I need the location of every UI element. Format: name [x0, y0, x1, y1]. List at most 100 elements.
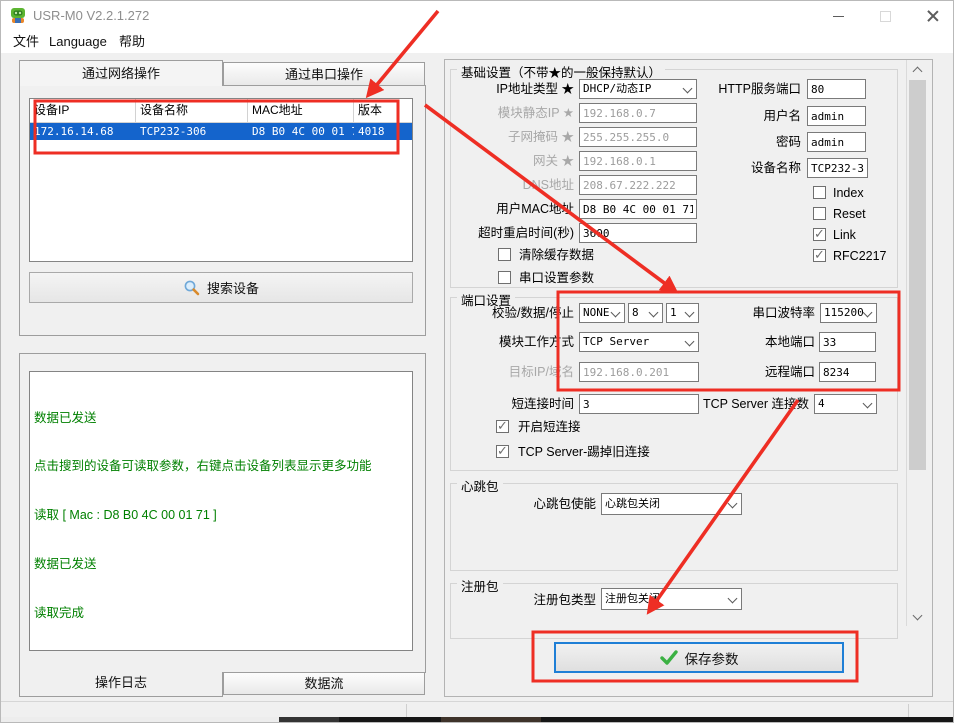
- column-header-device-ip[interactable]: 设备IP: [30, 99, 136, 122]
- device-version-cell: 4018: [354, 123, 412, 140]
- column-header-mac[interactable]: MAC地址: [248, 99, 354, 122]
- column-header-device-name[interactable]: 设备名称: [136, 99, 248, 122]
- log-listbox[interactable]: 数据已发送 点击搜到的设备可读取参数，右键点击设备列表显示更多功能 读取 [ M…: [29, 371, 413, 651]
- work-mode-select[interactable]: TCP Server: [579, 332, 699, 352]
- title-bar: USR-M0 V2.2.1.272: [1, 1, 953, 31]
- log-lines: 数据已发送 点击搜到的设备可读取参数，右键点击设备列表显示更多功能 读取 [ M…: [34, 377, 410, 651]
- tcp-connections-label: TCP Server 连接数: [691, 394, 809, 414]
- dns-label: DNS地址: [451, 175, 574, 195]
- baud-rate-select[interactable]: 115200: [820, 303, 877, 323]
- close-button[interactable]: [910, 1, 954, 31]
- log-line: 读取 [ Mac : D8 B0 4C 00 01 71 ]: [34, 507, 410, 523]
- check-icon: [660, 650, 678, 666]
- tab-data-stream[interactable]: 数据流: [223, 672, 425, 695]
- device-list[interactable]: 设备IP 设备名称 MAC地址 版本 172.16.14.68 TCP232-3…: [29, 98, 413, 262]
- tcp-connections-select[interactable]: 4: [814, 394, 877, 414]
- rfc2217-label: RFC2217: [833, 248, 887, 264]
- window-title: USR-M0 V2.2.1.272: [33, 8, 149, 23]
- rfc2217-checkbox[interactable]: [813, 249, 826, 262]
- chevron-down-icon: [913, 610, 923, 620]
- gateway-field[interactable]: [579, 151, 697, 171]
- password-field[interactable]: [807, 132, 866, 152]
- register-type-label: 注册包类型: [471, 590, 596, 610]
- gateway-label: 网关 ★: [451, 151, 574, 171]
- remote-port-field[interactable]: [819, 362, 876, 382]
- user-mac-label: 用户MAC地址: [451, 199, 574, 219]
- subnet-mask-field[interactable]: [579, 127, 697, 147]
- background-window-edge: [279, 717, 954, 723]
- ip-type-value: DHCP/动态IP: [580, 80, 696, 98]
- short-conn-time-field[interactable]: [579, 394, 699, 414]
- kick-old-checkbox[interactable]: [496, 445, 509, 458]
- baud-rate-label: 串口波特率: [701, 303, 815, 323]
- scroll-up-button[interactable]: [909, 61, 926, 78]
- ip-type-select[interactable]: DHCP/动态IP: [579, 79, 697, 99]
- menu-help[interactable]: 帮助: [113, 31, 151, 53]
- status-divider: [406, 704, 407, 717]
- password-label: 密码: [691, 132, 801, 152]
- work-mode-label: 模块工作方式: [451, 332, 574, 352]
- register-select[interactable]: 注册包关闭: [601, 588, 742, 610]
- tab-serial-operation[interactable]: 通过串口操作: [223, 62, 425, 86]
- menu-file[interactable]: 文件: [7, 31, 45, 53]
- chevron-up-icon: [913, 67, 923, 77]
- register-value: 注册包关闭: [602, 589, 741, 609]
- http-port-field[interactable]: [807, 79, 866, 99]
- minimize-button[interactable]: [816, 1, 861, 31]
- serial-params-checkbox[interactable]: [498, 271, 511, 284]
- short-conn-checkbox[interactable]: [496, 420, 509, 433]
- dns-field[interactable]: [579, 175, 697, 195]
- index-checkbox[interactable]: [813, 186, 826, 199]
- menu-language[interactable]: Language: [43, 31, 113, 53]
- maximize-icon: [880, 11, 891, 22]
- magnifier-icon: [183, 279, 200, 296]
- settings-scrollbar[interactable]: [906, 60, 928, 626]
- search-device-label: 搜索设备: [207, 278, 259, 297]
- application-window: USR-M0 V2.2.1.272 文件 Language 帮助 通过网络操作 …: [0, 0, 954, 723]
- short-conn-time-label: 短连接时间: [451, 394, 574, 414]
- local-port-field[interactable]: [819, 332, 876, 352]
- menu-bar: 文件 Language 帮助: [1, 31, 953, 53]
- search-device-button[interactable]: 搜索设备: [29, 272, 413, 303]
- column-header-version[interactable]: 版本: [354, 99, 412, 122]
- log-line: 数据已发送: [34, 410, 410, 426]
- log-line: 点击搜到的设备可读取参数，右键点击设备列表显示更多功能: [34, 458, 410, 474]
- device-name-cell: TCP232-306: [136, 123, 248, 140]
- databits-select[interactable]: 8: [628, 303, 663, 323]
- index-label: Index: [833, 185, 864, 201]
- ip-type-label: IP地址类型 ★: [451, 79, 574, 99]
- tab-operation-log[interactable]: 操作日志: [19, 672, 223, 697]
- reboot-time-label: 超时重启时间(秒): [451, 223, 574, 243]
- username-field[interactable]: [807, 106, 866, 126]
- scrollbar-thumb[interactable]: [909, 80, 926, 470]
- heartbeat-value: 心跳包关闭: [602, 494, 741, 514]
- heartbeat-select[interactable]: 心跳包关闭: [601, 493, 742, 515]
- tab-network-operation[interactable]: 通过网络操作: [19, 60, 223, 86]
- user-mac-field[interactable]: [579, 199, 697, 219]
- device-name-field[interactable]: [807, 158, 868, 178]
- minimize-icon: [833, 16, 844, 17]
- log-line: 数据已发送: [34, 556, 410, 572]
- save-params-button[interactable]: 保存参数: [554, 642, 844, 673]
- clear-cache-checkbox[interactable]: [498, 248, 511, 261]
- scroll-down-button[interactable]: [909, 608, 926, 625]
- device-list-header: 设备IP 设备名称 MAC地址 版本: [30, 99, 412, 123]
- link-checkbox[interactable]: [813, 228, 826, 241]
- static-ip-field[interactable]: [579, 103, 697, 123]
- kick-old-label: TCP Server-踢掉旧连接: [518, 444, 650, 460]
- serial-params-label: 串口设置参数: [519, 270, 594, 286]
- reset-checkbox[interactable]: [813, 207, 826, 220]
- parity-select[interactable]: NONE: [579, 303, 625, 323]
- work-mode-value: TCP Server: [580, 333, 698, 351]
- maximize-button[interactable]: [863, 1, 908, 31]
- heartbeat-title: 心跳包: [457, 476, 503, 495]
- short-conn-label: 开启短连接: [518, 419, 581, 435]
- save-params-label: 保存参数: [685, 648, 739, 668]
- status-divider: [908, 704, 909, 717]
- reboot-time-field[interactable]: [579, 223, 697, 243]
- target-ip-field[interactable]: [579, 362, 699, 382]
- app-icon: [9, 7, 27, 25]
- stopbits-select[interactable]: 1: [666, 303, 699, 323]
- device-row-selected[interactable]: 172.16.14.68 TCP232-306 D8 B0 4C 00 01 7…: [30, 123, 412, 140]
- target-ip-label: 目标IP/域名: [451, 362, 574, 382]
